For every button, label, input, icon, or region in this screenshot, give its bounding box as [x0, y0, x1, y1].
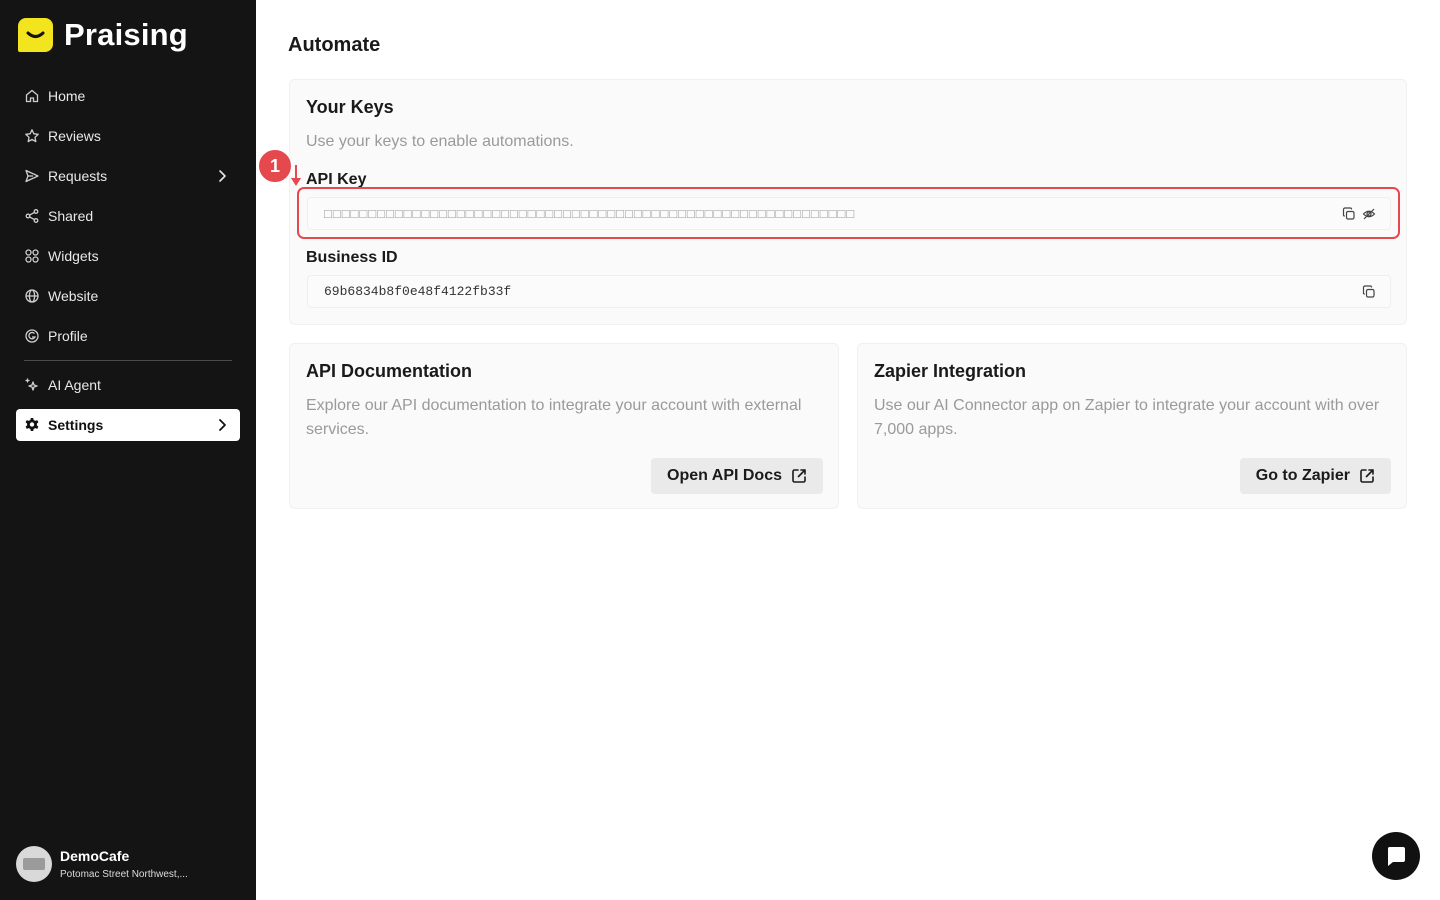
- page-title: Automate: [288, 34, 381, 56]
- zapier-integration-card: Zapier Integration Use our AI Connector …: [857, 343, 1407, 509]
- sidebar-item-home[interactable]: Home: [16, 80, 240, 112]
- brand[interactable]: Praising: [18, 18, 188, 52]
- star-icon: [25, 129, 39, 143]
- api-key-highlight: [297, 187, 1400, 239]
- sidebar-item-requests[interactable]: Requests: [16, 160, 240, 192]
- arrow-down-icon: [291, 165, 301, 186]
- sidebar-item-ai-agent[interactable]: AI Agent: [16, 369, 240, 401]
- gear-icon: [25, 418, 39, 431]
- card-title: Your Keys: [306, 97, 394, 117]
- external-link-icon: [1360, 469, 1374, 483]
- chevron-right-icon: [219, 170, 226, 182]
- go-to-zapier-button[interactable]: Go to Zapier: [1239, 458, 1391, 494]
- card-title: API Documentation: [306, 361, 473, 381]
- sidebar-item-widgets[interactable]: Widgets: [16, 240, 240, 272]
- sidebar-item-label: Reviews: [48, 128, 101, 144]
- external-link-icon: [792, 469, 806, 483]
- account-switcher[interactable]: DemoCafe Potomac Street Northwest,...: [16, 846, 188, 882]
- button-label: Go to Zapier: [1255, 467, 1350, 484]
- profile-icon: [25, 329, 39, 343]
- home-icon: [25, 89, 39, 103]
- chat-launcher-button[interactable]: [1372, 832, 1420, 880]
- praising-logo-icon: [18, 18, 53, 52]
- business-id-value: 69b6834b8f0e48f4122fb33f: [324, 284, 512, 299]
- sidebar-item-label: Profile: [48, 328, 88, 344]
- sidebar-item-profile[interactable]: Profile: [16, 320, 240, 352]
- send-icon: [25, 169, 39, 183]
- card-description: Use our AI Connector app on Zapier to in…: [874, 397, 1380, 438]
- card-description: Use your keys to enable automations.: [306, 133, 574, 150]
- chat-bubble-icon: [1387, 847, 1405, 866]
- api-documentation-card: API Documentation Explore our API docume…: [289, 343, 839, 509]
- share-icon: [25, 209, 39, 223]
- main-content: Automate Your Keys Use your keys to enab…: [256, 0, 1440, 900]
- sparkles-icon: [25, 378, 38, 391]
- copy-icon[interactable]: [1362, 285, 1376, 299]
- business-id-field[interactable]: 69b6834b8f0e48f4122fb33f: [307, 275, 1391, 308]
- sidebar: Praising Home Reviews Requests Shared Wi…: [0, 0, 256, 900]
- account-address: Potomac Street Northwest,...: [60, 868, 188, 880]
- brand-name: Praising: [64, 17, 188, 52]
- sidebar-item-label: AI Agent: [48, 377, 101, 393]
- open-api-docs-button[interactable]: Open API Docs: [651, 458, 823, 494]
- sidebar-item-shared[interactable]: Shared: [16, 200, 240, 232]
- sidebar-item-label: Home: [48, 88, 86, 104]
- sidebar-item-label: Widgets: [48, 248, 99, 264]
- sidebar-item-settings[interactable]: Settings: [16, 409, 240, 441]
- button-label: Open API Docs: [667, 467, 782, 484]
- sidebar-item-label: Settings: [48, 417, 104, 433]
- account-name: DemoCafe: [60, 847, 130, 864]
- avatar: [16, 846, 52, 882]
- sidebar-item-label: Requests: [48, 168, 108, 184]
- sidebar-item-website[interactable]: Website: [16, 280, 240, 312]
- sidebar-nav: Home Reviews Requests Shared Widgets Web…: [16, 80, 240, 449]
- step-badge: 1: [257, 148, 293, 184]
- card-title: Zapier Integration: [874, 361, 1027, 381]
- sidebar-divider: [24, 360, 232, 361]
- globe-icon: [25, 289, 39, 303]
- widgets-icon: [25, 249, 39, 263]
- business-id-label: Business ID: [306, 249, 398, 266]
- sidebar-item-reviews[interactable]: Reviews: [16, 120, 240, 152]
- chevron-right-icon: [219, 419, 226, 431]
- card-description: Explore our API documentation to integra…: [306, 397, 802, 438]
- sidebar-item-label: Shared: [48, 208, 94, 224]
- sidebar-item-label: Website: [48, 288, 99, 304]
